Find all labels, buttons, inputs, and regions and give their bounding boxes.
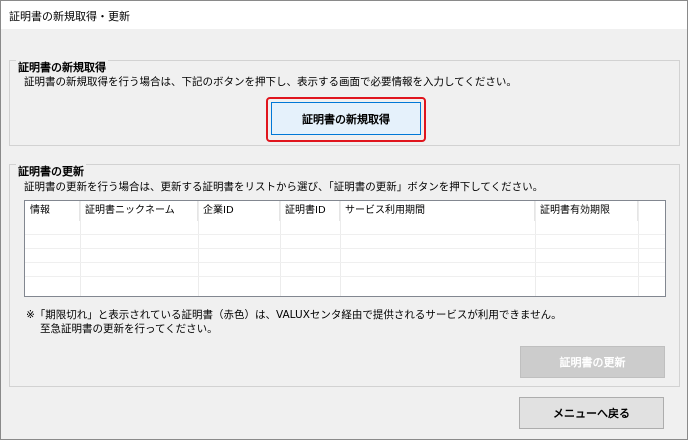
- renew-certificate-group-title: 証明書の更新: [16, 163, 86, 179]
- row-divider: [25, 234, 665, 235]
- renew-certificate-description: 証明書の更新を行う場合は、更新する証明書をリストから選び、「証明書の更新」ボタン…: [24, 181, 544, 193]
- new-certificate-description: 証明書の新規取得を行う場合は、下記のボタンを押下し、表示する画面で必要情報を入力…: [24, 76, 517, 88]
- back-to-menu-button[interactable]: メニューへ戻る: [519, 397, 664, 429]
- row-divider: [25, 276, 665, 277]
- renew-certificate-group: 証明書の更新 証明書の更新を行う場合は、更新する証明書をリストから選び、「証明書…: [9, 163, 680, 387]
- column-header-service-period[interactable]: サービス利用期間: [340, 201, 535, 221]
- column-header-company-id[interactable]: 企業ID: [198, 201, 280, 221]
- column-header-expiry[interactable]: 証明書有効期限: [535, 201, 638, 221]
- new-certificate-group: 証明書の新規取得 証明書の新規取得を行う場合は、下記のボタンを押下し、表示する画…: [9, 59, 680, 146]
- new-certificate-group-title: 証明書の新規取得: [16, 59, 108, 75]
- renew-certificate-button[interactable]: 証明書の更新: [520, 346, 665, 378]
- title-bar: 証明書の新規取得・更新: [1, 1, 687, 29]
- certificate-list-table[interactable]: 情報 証明書ニックネーム 企業ID 証明書ID サービス利用期間 証明書有効期限: [24, 200, 666, 297]
- row-divider: [25, 248, 665, 249]
- expired-note-line-1: ※「期限切れ」と表示されている証明書（赤色）は、VALUXセンタ経由で提供される…: [26, 309, 562, 321]
- column-header-info[interactable]: 情報: [25, 201, 80, 221]
- new-certificate-button[interactable]: 証明書の新規取得: [271, 102, 421, 135]
- column-header-nickname[interactable]: 証明書ニックネーム: [80, 201, 198, 221]
- column-header-certificate-id[interactable]: 証明書ID: [280, 201, 340, 221]
- expired-note-line-2: 至急証明書の更新を行ってください。: [40, 323, 218, 335]
- dialog-window: 証明書の新規取得・更新 証明書の新規取得 証明書の新規取得を行う場合は、下記のボ…: [0, 0, 688, 440]
- window-title: 証明書の新規取得・更新: [9, 10, 130, 23]
- row-divider: [25, 262, 665, 263]
